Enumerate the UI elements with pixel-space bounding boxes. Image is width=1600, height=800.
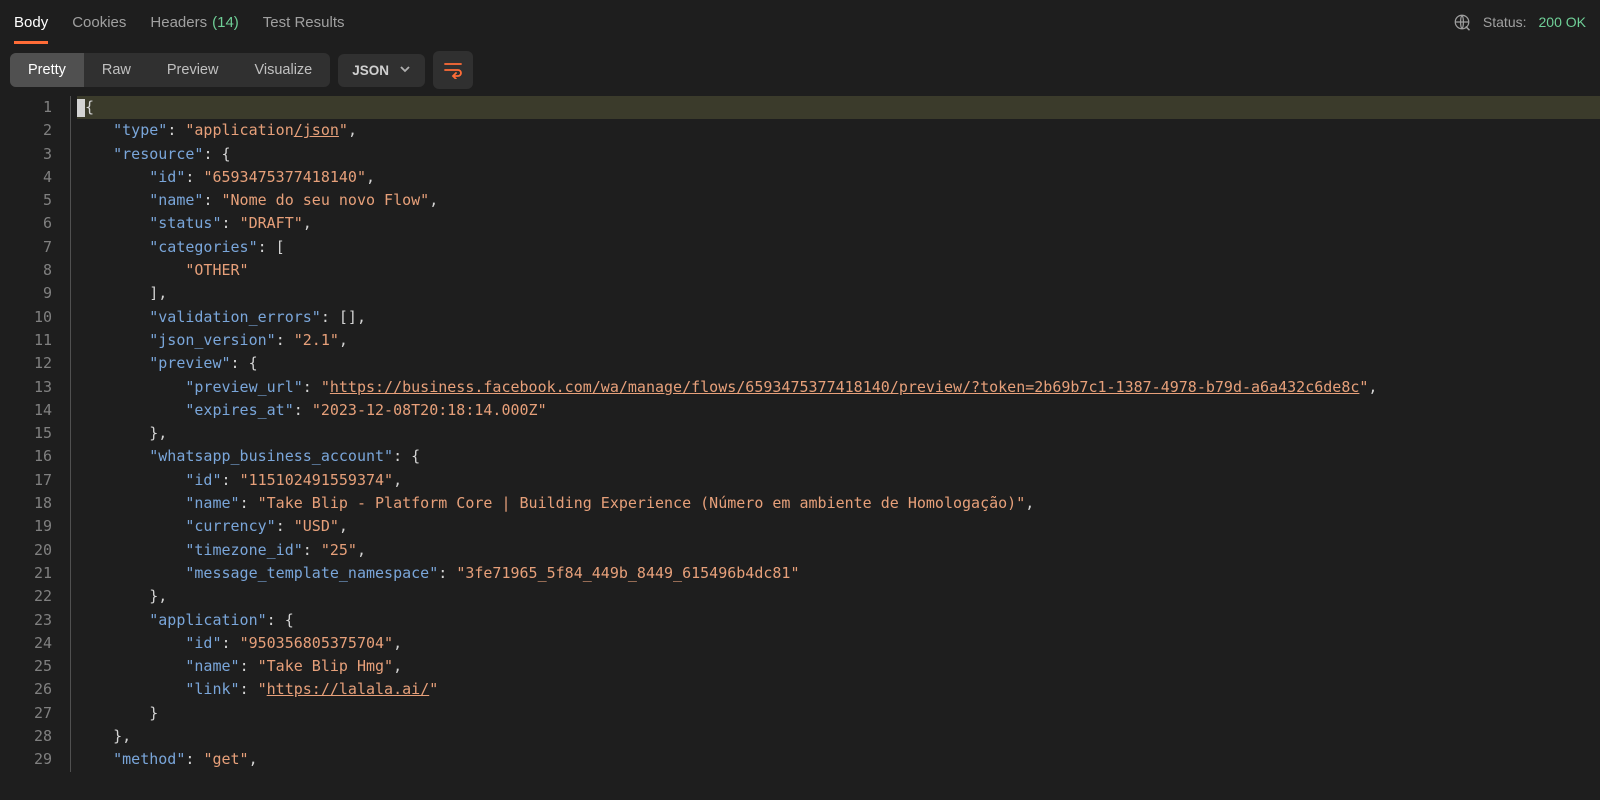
tab-body[interactable]: Body bbox=[14, 0, 48, 44]
view-preview[interactable]: Preview bbox=[149, 53, 237, 87]
wrap-lines-button[interactable] bbox=[433, 51, 473, 89]
tab-headers[interactable]: Headers (14) bbox=[150, 0, 238, 44]
view-pretty[interactable]: Pretty bbox=[10, 53, 84, 87]
format-select[interactable]: JSON bbox=[338, 54, 425, 87]
network-globe-icon[interactable] bbox=[1453, 13, 1471, 31]
tab-cookies[interactable]: Cookies bbox=[72, 0, 126, 44]
status-label: Status: bbox=[1483, 14, 1527, 30]
status-value: 200 OK bbox=[1539, 14, 1586, 30]
tab-headers-label: Headers bbox=[150, 14, 207, 31]
code-content[interactable]: { "type": "application/json", "resource"… bbox=[71, 96, 1600, 772]
response-tabs: Body Cookies Headers (14) Test Results S… bbox=[0, 0, 1600, 44]
chevron-down-icon bbox=[399, 63, 411, 78]
view-visualize[interactable]: Visualize bbox=[236, 53, 330, 87]
view-raw[interactable]: Raw bbox=[84, 53, 149, 87]
tab-headers-count: (14) bbox=[212, 14, 239, 31]
line-number-gutter: 1234567891011121314151617181920212223242… bbox=[0, 96, 70, 772]
response-body-editor[interactable]: 1234567891011121314151617181920212223242… bbox=[0, 96, 1600, 772]
view-mode-group: Pretty Raw Preview Visualize bbox=[10, 53, 330, 87]
viewer-toolbar: Pretty Raw Preview Visualize JSON bbox=[0, 44, 1600, 96]
tab-test-results[interactable]: Test Results bbox=[263, 0, 345, 44]
format-select-label: JSON bbox=[352, 63, 389, 78]
